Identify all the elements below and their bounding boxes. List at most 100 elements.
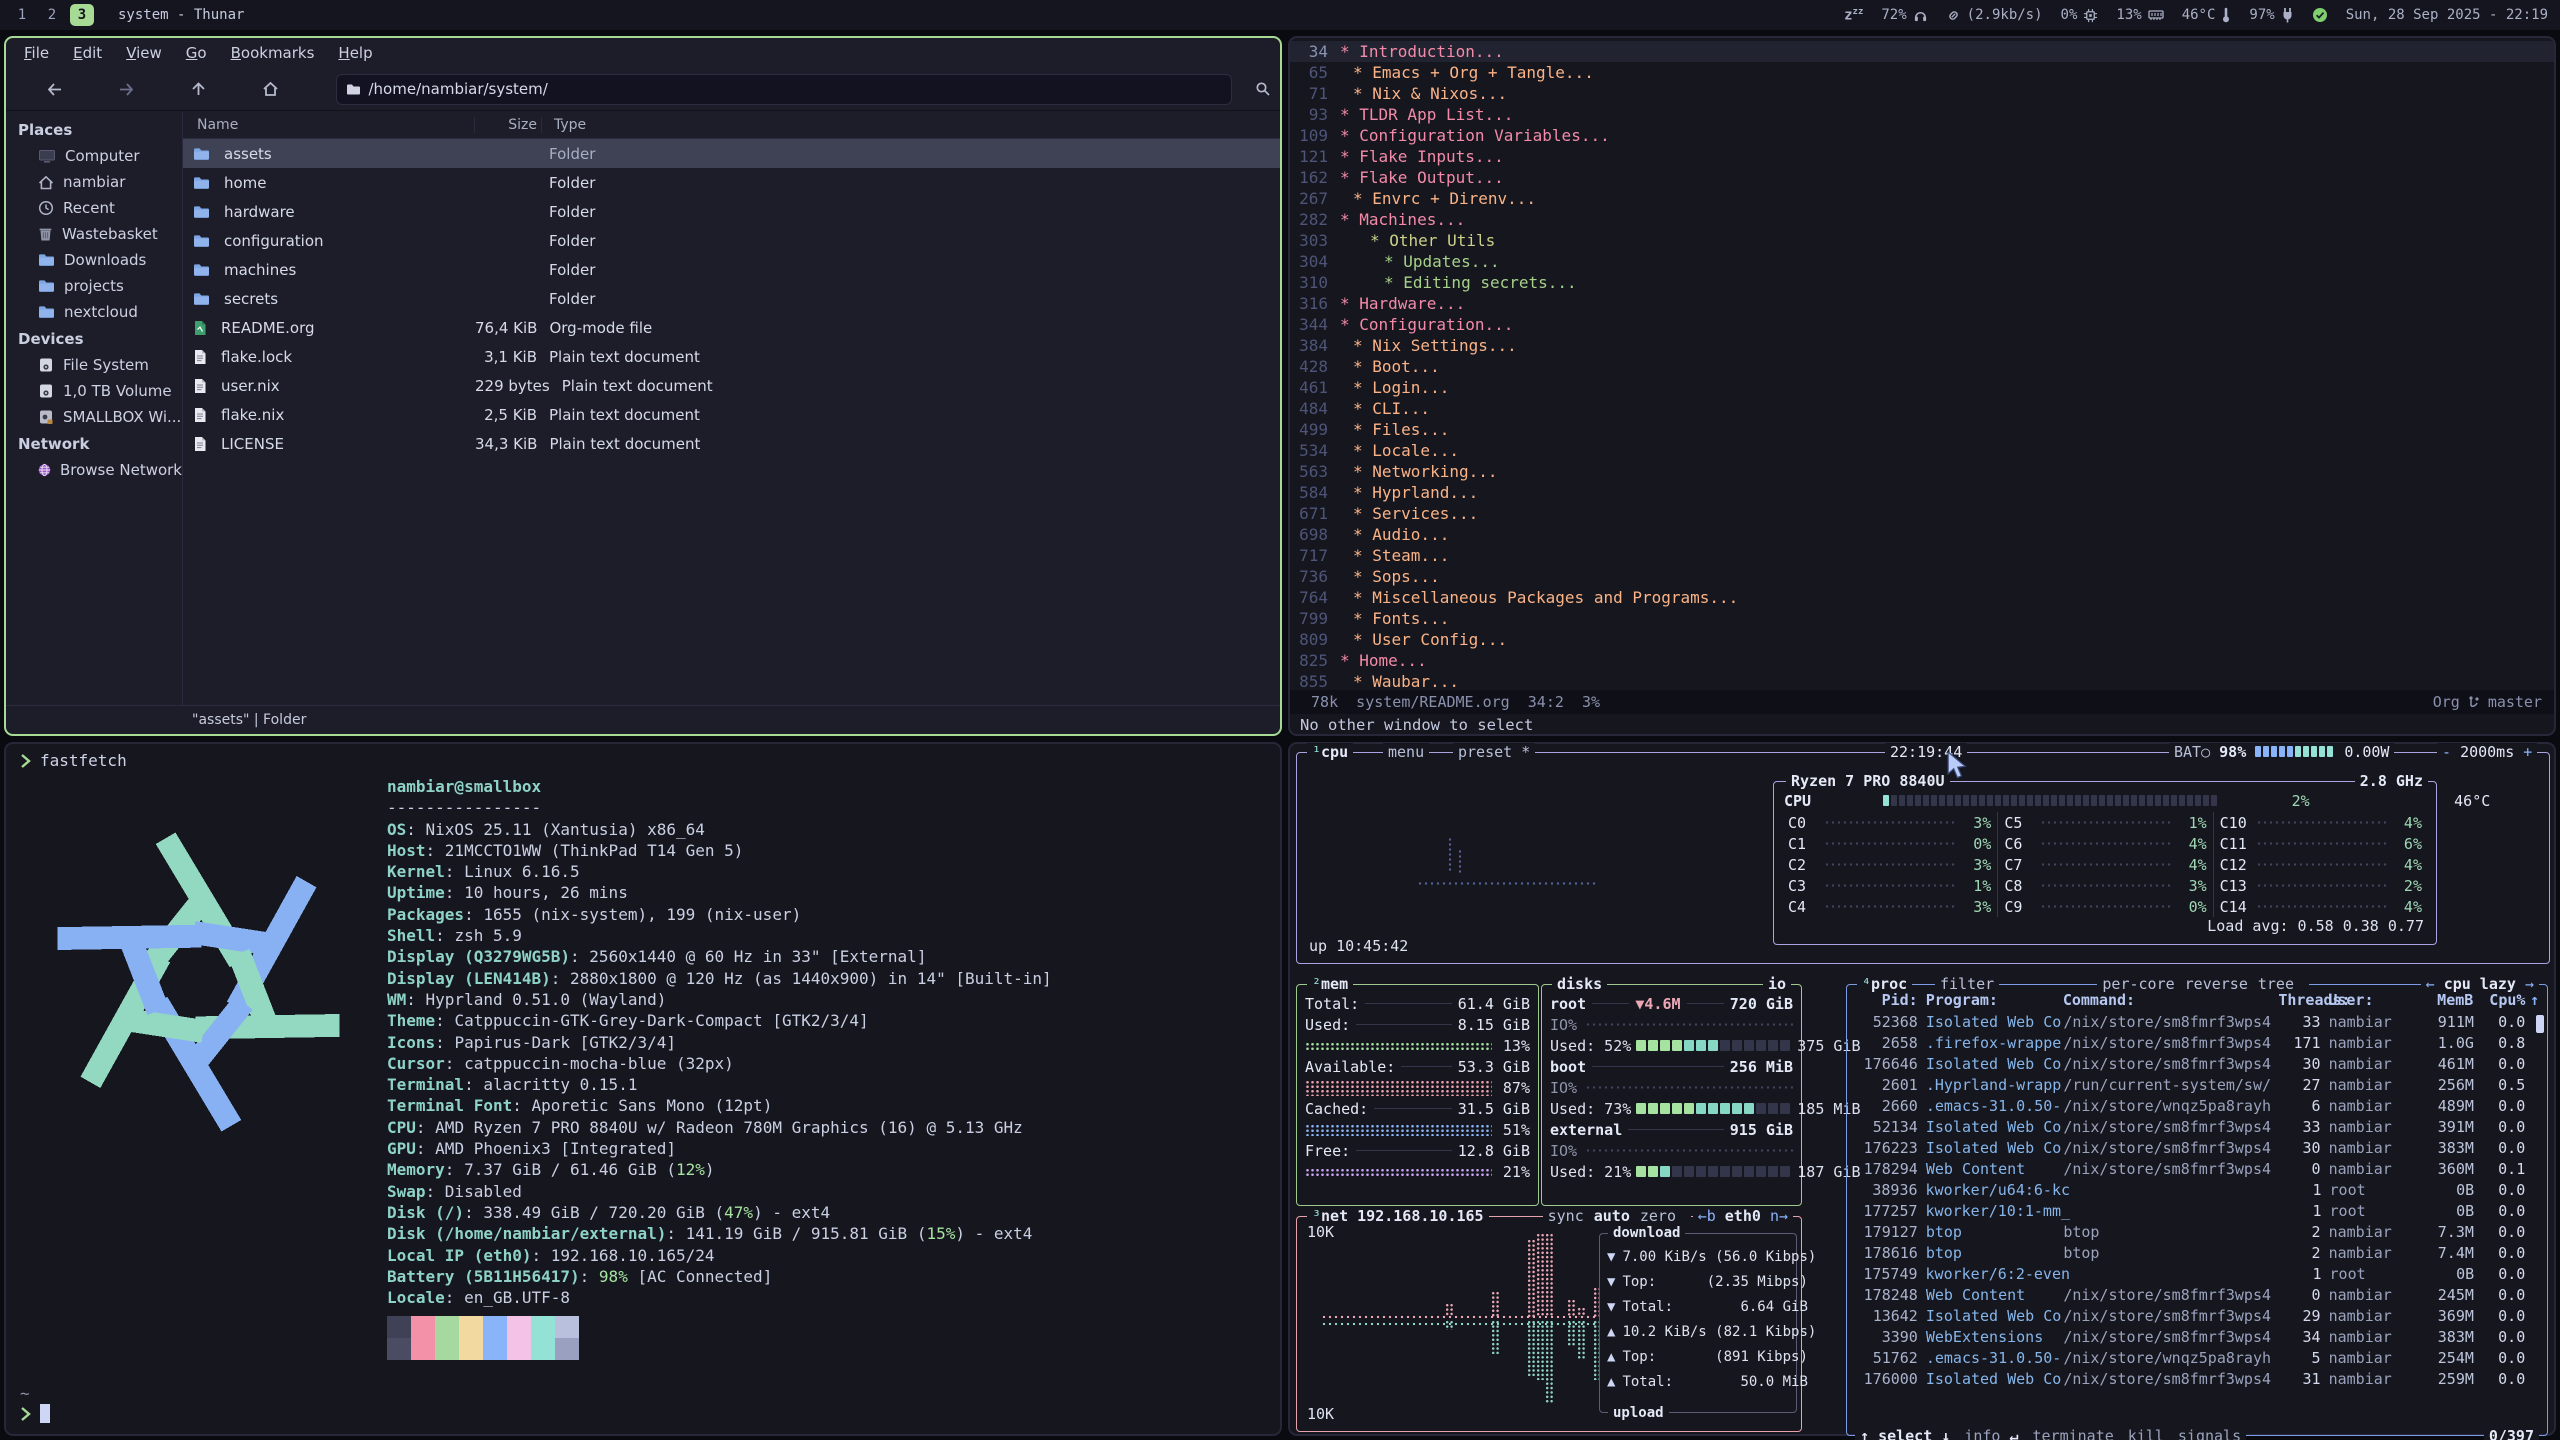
org-heading-line[interactable]: 121* Flake Inputs... [1290, 146, 2554, 167]
org-heading-line[interactable]: 428* Boot... [1290, 356, 2554, 377]
org-heading-line[interactable]: 584* Hyprland... [1290, 482, 2554, 503]
back-button[interactable] [38, 74, 72, 104]
sidebar-item-file-system[interactable]: File System [6, 352, 182, 378]
column-header-size[interactable]: Size [475, 117, 541, 133]
menu-edit[interactable]: Edit [61, 41, 114, 65]
proc-row-51762[interactable]: 51762.emacs-31.0.50-/nix/store/wnqz5pa8r… [1847, 1347, 2547, 1368]
org-heading-line[interactable]: 316* Hardware... [1290, 293, 2554, 314]
io-tab[interactable]: io [1763, 975, 1791, 993]
proc-action-terminate[interactable]: terminate [2033, 1427, 2114, 1440]
file-row-hardware[interactable]: hardware Folder [183, 197, 1280, 226]
proc-row-38936[interactable]: 38936kworker/u64:6-kc1root0B0.0 [1847, 1179, 2547, 1200]
org-heading-line[interactable]: 799* Fonts... [1290, 608, 2554, 629]
sidebar-item-recent[interactable]: Recent [6, 195, 182, 221]
disks-box-title[interactable]: disks [1552, 975, 1607, 993]
org-heading-line[interactable]: 534* Locale... [1290, 440, 2554, 461]
workspace-3[interactable]: 3 [70, 4, 94, 26]
workspace-1[interactable]: 1 [10, 4, 34, 26]
proc-tab-reverse[interactable]: reverse [2185, 975, 2248, 993]
proc-row-178248[interactable]: 178248Web Content/nix/store/sm8fmrf3wps4… [1847, 1284, 2547, 1305]
search-button[interactable] [1246, 74, 1280, 104]
org-heading-line[interactable]: 855* Waubar... [1290, 671, 2554, 692]
org-heading-line[interactable]: 310* Editing secrets... [1290, 272, 2554, 293]
org-heading-line[interactable]: 282* Machines... [1290, 209, 2554, 230]
org-heading-line[interactable]: 71* Nix & Nixos... [1290, 83, 2554, 104]
org-heading-line[interactable]: 461* Login... [1290, 377, 2554, 398]
org-heading-line[interactable]: 109* Configuration Variables... [1290, 125, 2554, 146]
proc-row-2660[interactable]: 2660.emacs-31.0.50-/nix/store/wnqz5pa8ra… [1847, 1095, 2547, 1116]
org-heading-line[interactable]: 484* CLI... [1290, 398, 2554, 419]
org-heading-line[interactable]: 717* Steam... [1290, 545, 2554, 566]
preset-tab[interactable]: preset * [1453, 743, 1535, 761]
proc-action-info[interactable]: info ↵ [1964, 1427, 2018, 1440]
proc-row-176223[interactable]: 176223Isolated Web Co/nix/store/sm8fmrf3… [1847, 1137, 2547, 1158]
net-box-title[interactable]: ³net 192.168.10.165 [1307, 1207, 1489, 1225]
menu-view[interactable]: View [114, 41, 174, 65]
workspace-2[interactable]: 2 [40, 4, 64, 26]
proc-row-177257[interactable]: 177257kworker/10:1-mm_1root0B0.0 [1847, 1200, 2547, 1221]
org-heading-line[interactable]: 809* User Config... [1290, 629, 2554, 650]
file-row-flake-lock[interactable]: flake.lock 3,1 KiB Plain text document [183, 342, 1280, 371]
proc-row-176646[interactable]: 176646Isolated Web Co/nix/store/sm8fmrf3… [1847, 1053, 2547, 1074]
proc-sort-control[interactable]: ← cpu lazy → [2421, 975, 2539, 993]
proc-scrollbar[interactable] [2536, 1015, 2544, 1033]
org-heading-line[interactable]: 764* Miscellaneous Packages and Programs… [1290, 587, 2554, 608]
sidebar-item-1-0-tb-volume[interactable]: 1,0 TB Volume [6, 378, 182, 404]
poll-interval-control[interactable]: - 2000ms + [2437, 743, 2537, 761]
org-heading-line[interactable]: 499* Files... [1290, 419, 2554, 440]
proc-tab-per-core[interactable]: per-core [2102, 975, 2174, 993]
column-header-name[interactable]: Name [183, 117, 475, 133]
org-heading-line[interactable]: 303* Other Utils [1290, 230, 2554, 251]
org-heading-line[interactable]: 93* TLDR App List... [1290, 104, 2554, 125]
net-tab-zero[interactable]: zero [1640, 1207, 1676, 1225]
org-heading-line[interactable]: 304* Updates... [1290, 251, 2554, 272]
sidebar-item-browse-network[interactable]: Browse Network [6, 457, 182, 483]
proc-row-175749[interactable]: 175749kworker/6:2-even1root0B0.0 [1847, 1263, 2547, 1284]
proc-row-13642[interactable]: 13642Isolated Web Co/nix/store/sm8fmrf3w… [1847, 1305, 2547, 1326]
proc-action-signals[interactable]: signals [2178, 1427, 2241, 1440]
proc-box-title[interactable]: ⁴proc [1857, 975, 1912, 993]
sidebar-item-smallbox-wi-[interactable]: SMALLBOX Wi... [6, 404, 182, 430]
path-input[interactable]: /home/nambiar/system/ [336, 74, 1233, 105]
file-row-flake-nix[interactable]: flake.nix 2,5 KiB Plain text document [183, 400, 1280, 429]
proc-row-178294[interactable]: 178294Web Content/nix/store/sm8fmrf3wps4… [1847, 1158, 2547, 1179]
cpu-box-title[interactable]: ¹cpu [1307, 743, 1353, 761]
sidebar-item-projects[interactable]: projects [6, 273, 182, 299]
net-tab-auto[interactable]: auto [1594, 1207, 1630, 1225]
menu-file[interactable]: File [12, 41, 61, 65]
file-row-configuration[interactable]: configuration Folder [183, 226, 1280, 255]
org-heading-line[interactable]: 736* Sops... [1290, 566, 2554, 587]
sidebar-item-computer[interactable]: Computer [6, 143, 182, 169]
org-heading-line[interactable]: 34* Introduction... [1290, 41, 2554, 62]
org-heading-line[interactable]: 825* Home... [1290, 650, 2554, 671]
file-row-license[interactable]: LICENSE 34,3 KiB Plain text document [183, 429, 1280, 458]
org-heading-line[interactable]: 563* Networking... [1290, 461, 2554, 482]
column-header-type[interactable]: Type [541, 117, 1280, 133]
proc-row-178616[interactable]: 178616btopbtop2nambiar7.4M0.0 [1847, 1242, 2547, 1263]
file-row-assets[interactable]: assets Folder [183, 139, 1280, 168]
sidebar-item-downloads[interactable]: Downloads [6, 247, 182, 273]
up-button[interactable] [182, 74, 216, 104]
home-button[interactable] [254, 74, 288, 104]
proc-row-52368[interactable]: 52368Isolated Web Co/nix/store/sm8fmrf3w… [1847, 1011, 2547, 1032]
menu-help[interactable]: Help [326, 41, 384, 65]
org-heading-line[interactable]: 267* Envrc + Direnv... [1290, 188, 2554, 209]
menu-tab[interactable]: menu [1383, 743, 1429, 761]
proc-action-kill[interactable]: kill [2128, 1427, 2164, 1440]
org-heading-line[interactable]: 65* Emacs + Org + Tangle... [1290, 62, 2554, 83]
org-heading-line[interactable]: 671* Services... [1290, 503, 2554, 524]
file-row-secrets[interactable]: secrets Folder [183, 284, 1280, 313]
proc-row-2658[interactable]: 2658.firefox-wrappe/nix/store/sm8fmrf3wp… [1847, 1032, 2547, 1053]
proc-row-2601[interactable]: 2601.Hyprland-wrapp/run/current-system/s… [1847, 1074, 2547, 1095]
proc-action-select[interactable]: ↑ select ↓ [1860, 1427, 1950, 1440]
forward-button[interactable] [110, 74, 144, 104]
shell-prompt[interactable] [20, 1404, 50, 1423]
org-heading-line[interactable]: 162* Flake Output... [1290, 167, 2554, 188]
filter-tab[interactable]: filter [1935, 975, 1999, 993]
org-heading-line[interactable]: 698* Audio... [1290, 524, 2554, 545]
file-row-readme-org[interactable]: README.org 76,4 KiB Org-mode file [183, 313, 1280, 342]
org-heading-line[interactable]: 344* Configuration... [1290, 314, 2554, 335]
proc-row-176000[interactable]: 176000Isolated Web Co/nix/store/sm8fmrf3… [1847, 1368, 2547, 1389]
file-row-user-nix[interactable]: user.nix 229 bytes Plain text document [183, 371, 1280, 400]
proc-tabs[interactable]: per-corereversetree [2097, 975, 2309, 993]
